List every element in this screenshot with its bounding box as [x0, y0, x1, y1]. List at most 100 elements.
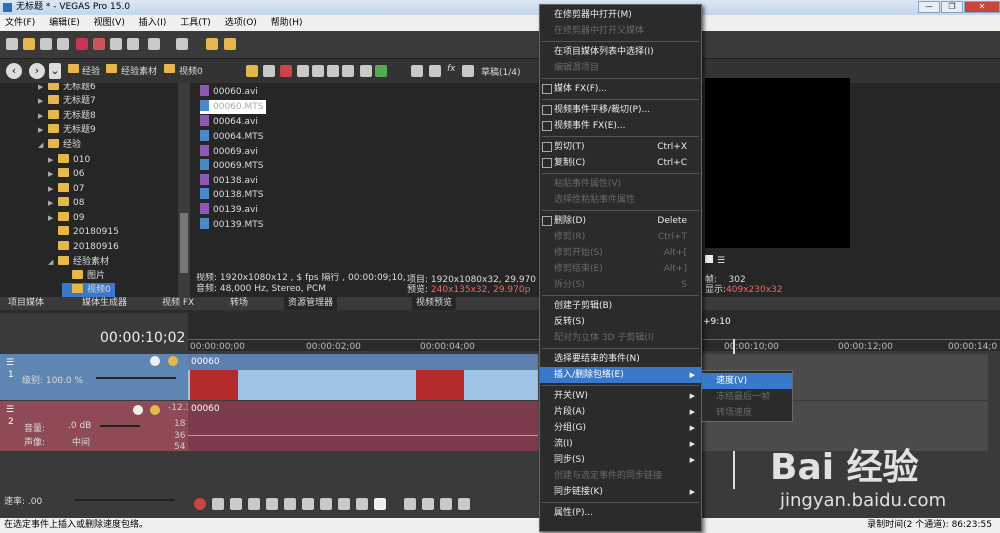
- play-from-start-icon[interactable]: [230, 498, 242, 510]
- new-icon[interactable]: [6, 38, 18, 50]
- context-menu-item[interactable]: 开关(W) ▶: [540, 388, 701, 404]
- autopreview-icon[interactable]: [342, 65, 354, 77]
- dropdown-icon[interactable]: ⌄: [49, 63, 61, 79]
- expand-icon[interactable]: ▶: [38, 83, 48, 94]
- volume-slider[interactable]: [100, 425, 140, 427]
- tree-item[interactable]: ▶ 010: [48, 153, 90, 167]
- zoom-icon[interactable]: [360, 65, 372, 77]
- play-icon[interactable]: [248, 498, 260, 510]
- file-item[interactable]: 00139.avi: [200, 203, 258, 217]
- single-view-icon[interactable]: [705, 255, 713, 263]
- tree-scrollbar[interactable]: [178, 83, 190, 297]
- tree-item[interactable]: 20180916: [48, 240, 119, 254]
- render-icon[interactable]: [57, 38, 69, 50]
- tree-item[interactable]: ▶ 无标题6: [38, 83, 96, 94]
- settings-icon[interactable]: [411, 65, 423, 77]
- tree-item-selected[interactable]: 视频0: [62, 283, 115, 297]
- mute-icon[interactable]: [150, 356, 160, 366]
- video-event[interactable]: 00060: [188, 354, 538, 400]
- breadcrumb-item[interactable]: 视频0: [179, 64, 203, 77]
- properties-icon[interactable]: [76, 38, 88, 50]
- tree-item[interactable]: ◢ 经验素材: [48, 255, 109, 269]
- context-menu-item[interactable]: 视频事件 FX(E)...: [540, 118, 701, 134]
- file-item[interactable]: 00060.avi: [200, 85, 258, 99]
- tree-item[interactable]: 图片: [62, 269, 105, 283]
- context-menu-item[interactable]: 媒体 FX(F)...: [540, 81, 701, 97]
- expand-icon[interactable]: ▶: [48, 182, 58, 196]
- menu-options[interactable]: 选项(O): [225, 18, 257, 28]
- file-item[interactable]: 00138.MTS: [200, 188, 263, 202]
- expand-icon[interactable]: ▶: [48, 153, 58, 167]
- edit-tool-icon[interactable]: [374, 498, 386, 510]
- save-icon[interactable]: [40, 38, 52, 50]
- solo-icon[interactable]: [168, 356, 178, 366]
- envelope-tool-icon[interactable]: [404, 498, 416, 510]
- file-item[interactable]: 00138.avi: [200, 174, 258, 188]
- tree-item[interactable]: ▶ 无标题7: [38, 94, 96, 108]
- expand-icon[interactable]: ▶: [48, 211, 58, 225]
- next-frame-icon[interactable]: [356, 498, 368, 510]
- minimize-button[interactable]: —: [918, 1, 940, 13]
- context-menu-item[interactable]: 反转(S): [540, 314, 701, 330]
- fx-icon[interactable]: fx: [447, 64, 456, 74]
- file-item[interactable]: 00069.MTS: [200, 159, 263, 173]
- track-menu-icon[interactable]: ☰: [6, 358, 14, 368]
- context-menu-item[interactable]: 片段(A) ▶: [540, 404, 701, 420]
- tree-item[interactable]: ▶ 09: [48, 211, 84, 225]
- context-menu-item[interactable]: 在修剪器中打开(M): [540, 7, 701, 23]
- undo-icon[interactable]: [148, 38, 160, 50]
- context-menu-item[interactable]: 同步(S) ▶: [540, 452, 701, 468]
- submenu-item[interactable]: 速度(V): [702, 373, 792, 389]
- menu-view[interactable]: 视图(V): [94, 18, 125, 28]
- tree-item[interactable]: ▶ 08: [48, 196, 84, 210]
- redo-icon[interactable]: [176, 38, 188, 50]
- level-slider[interactable]: [96, 377, 176, 379]
- expand-icon[interactable]: ▶: [48, 167, 58, 181]
- tree-item[interactable]: ▶ 无标题8: [38, 109, 96, 123]
- go-to-start-icon[interactable]: [302, 498, 314, 510]
- context-menu-item[interactable]: 同步链接(K) ▶: [540, 484, 701, 500]
- expand-icon[interactable]: ▶: [38, 94, 48, 108]
- file-item[interactable]: 00064.MTS: [200, 130, 263, 144]
- go-to-end-icon[interactable]: [320, 498, 332, 510]
- menu-tools[interactable]: 工具(T): [180, 18, 211, 28]
- rate-slider[interactable]: [75, 499, 175, 501]
- collapse-icon[interactable]: ◢: [48, 255, 58, 269]
- tab-explorer[interactable]: 资源管理器: [284, 297, 338, 310]
- file-item[interactable]: 00064.avi: [200, 115, 258, 129]
- context-menu-item[interactable]: 插入/删除包络(E) ▶: [540, 367, 701, 383]
- menu-edit[interactable]: 编辑(E): [49, 18, 80, 28]
- list-view-icon[interactable]: ☰: [717, 256, 725, 266]
- loop-icon[interactable]: [212, 498, 224, 510]
- play-icon[interactable]: [312, 65, 324, 77]
- add-folder-icon[interactable]: [297, 65, 309, 77]
- tree-item[interactable]: ▶ 07: [48, 182, 84, 196]
- context-menu-item[interactable]: 剪切(T) Ctrl+X: [540, 139, 701, 155]
- context-menu-item[interactable]: 在项目媒体列表中选择(I): [540, 44, 701, 60]
- refresh-icon[interactable]: [263, 65, 275, 77]
- context-menu-item[interactable]: 选择要结束的事件(N): [540, 351, 701, 367]
- tab-video-fx[interactable]: 视频 FX: [162, 297, 194, 310]
- menu-file[interactable]: 文件(F): [5, 18, 35, 28]
- close-button[interactable]: ✕: [964, 1, 1000, 13]
- prev-frame-icon[interactable]: [338, 498, 350, 510]
- forward-button[interactable]: ›: [29, 63, 45, 79]
- open-icon[interactable]: [23, 38, 35, 50]
- expand-icon[interactable]: ▶: [38, 109, 48, 123]
- up-folder-icon[interactable]: [246, 65, 258, 77]
- copy-frame-icon[interactable]: [429, 65, 441, 77]
- selection-tool-icon[interactable]: [422, 498, 434, 510]
- collapse-icon[interactable]: ◢: [38, 138, 48, 152]
- file-item-selected[interactable]: 00060.MTS: [200, 100, 267, 114]
- help-icon[interactable]: [224, 38, 236, 50]
- tab-transitions[interactable]: 转场: [230, 297, 248, 310]
- tree-item[interactable]: ▶ 06: [48, 167, 84, 181]
- record-icon[interactable]: [194, 498, 206, 510]
- context-menu-item[interactable]: 创建子剪辑(B): [540, 298, 701, 314]
- solo-icon[interactable]: [150, 405, 160, 415]
- menu-help[interactable]: 帮助(H): [271, 18, 303, 28]
- audio-event[interactable]: 00060: [188, 401, 538, 451]
- track-menu-icon[interactable]: ☰: [6, 405, 14, 415]
- preview-quality[interactable]: 草稿(1/4): [481, 65, 521, 78]
- menu-insert[interactable]: 插入(I): [139, 18, 167, 28]
